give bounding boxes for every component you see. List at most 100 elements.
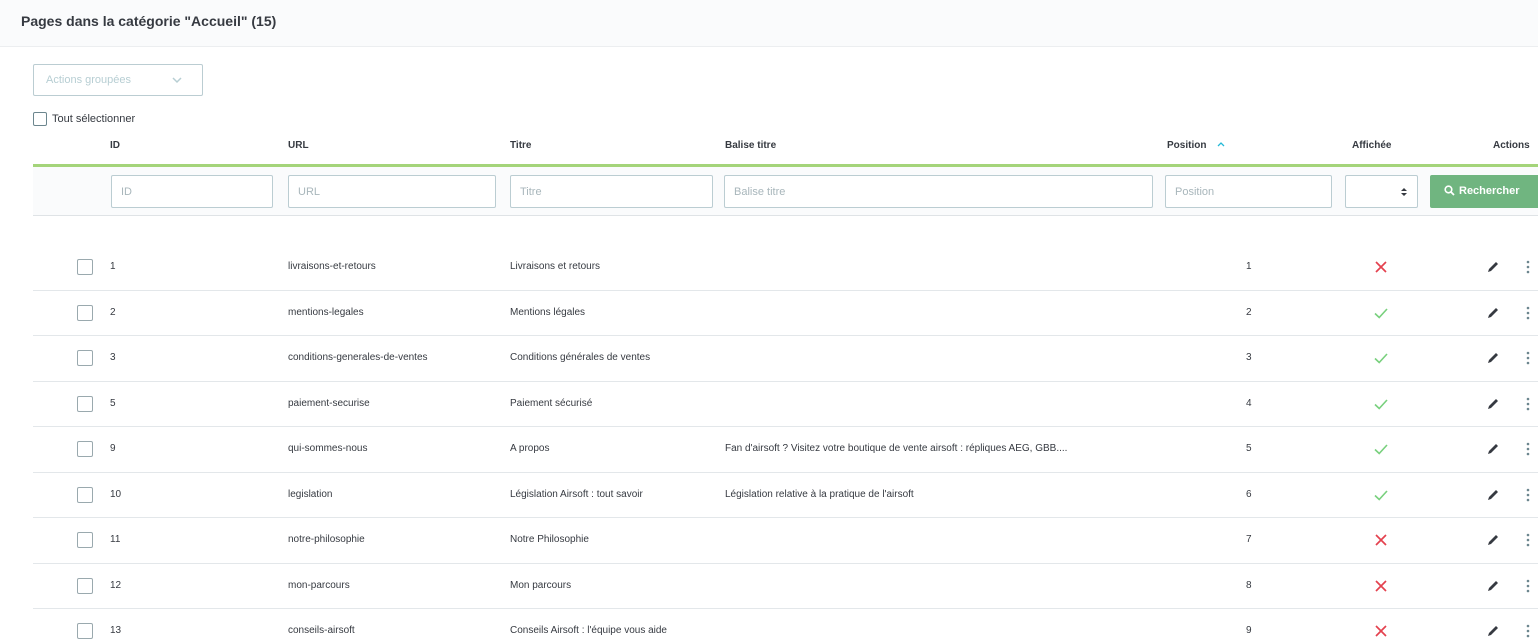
cell-id: 12 [110,579,122,591]
row-checkbox[interactable] [77,395,93,412]
column-header-title[interactable]: Titre [510,140,532,151]
more-actions-icon[interactable] [1525,579,1531,593]
cell-id: 9 [110,443,116,454]
row-divider [33,472,1538,473]
cell-position[interactable]: 4 [1246,398,1252,409]
edit-icon[interactable] [1486,624,1500,638]
bulk-actions-dropdown[interactable]: Actions groupées [33,64,203,96]
cell-title: Mon parcours [510,579,572,591]
cell-title: Législation Airsoft : tout savoir [510,488,643,500]
cell-position[interactable]: 1 [1246,261,1252,272]
select-all-label: Tout sélectionner [52,113,136,125]
cross-icon[interactable] [1373,259,1389,275]
row-divider [33,381,1538,382]
row-checkbox[interactable] [77,532,93,548]
column-header-id[interactable]: ID [110,140,120,151]
edit-icon[interactable] [1486,306,1500,320]
cell-url: legislation [288,488,333,500]
more-actions-icon[interactable] [1525,306,1531,320]
edit-icon[interactable] [1486,579,1500,593]
row-checkbox[interactable] [77,577,93,594]
page-title: Pages dans la catégorie "Accueil" (15) [21,13,277,29]
row-checkbox[interactable] [77,441,93,457]
more-actions-icon[interactable] [1525,488,1531,502]
row-divider [33,608,1538,609]
chevron-down-icon [172,77,182,84]
row-divider [33,290,1538,291]
check-icon[interactable] [1373,396,1389,412]
cell-title: Notre Philosophie [510,534,589,545]
row-divider [33,517,1538,518]
edit-icon[interactable] [1486,351,1500,365]
edit-icon[interactable] [1486,260,1500,274]
search-button-label: Rechercher [1459,185,1520,197]
more-actions-icon[interactable] [1525,624,1531,638]
check-icon[interactable] [1373,350,1389,366]
cell-id: 10 [110,488,122,500]
column-header-displayed[interactable]: Affichée [1352,140,1391,151]
check-icon[interactable] [1373,305,1389,321]
card-header: Pages dans la catégorie "Accueil" (15) [0,0,1538,47]
cell-title: Livraisons et retours [510,261,601,272]
filter-url-input[interactable] [288,175,496,208]
cell-url: mon-parcours [288,579,350,591]
cell-position[interactable]: 9 [1246,625,1252,636]
filter-meta-title-input[interactable] [724,175,1153,208]
check-icon[interactable] [1373,487,1389,503]
more-actions-icon[interactable] [1525,260,1531,274]
select-all[interactable]: Tout sélectionner [33,110,135,128]
filter-position-input[interactable] [1165,175,1332,208]
cell-position[interactable]: 5 [1246,443,1252,454]
cell-id: 3 [110,352,116,363]
edit-icon[interactable] [1486,533,1500,547]
row-checkbox[interactable] [77,350,93,366]
bulk-actions-label: Actions groupées [46,74,131,86]
filter-displayed-select[interactable] [1345,175,1418,208]
row-divider [33,426,1538,427]
column-header-actions: Actions [1493,140,1530,151]
cell-title: A propos [510,443,550,454]
select-arrows-icon [1401,188,1407,196]
cell-url: qui-sommes-nous [288,443,368,454]
more-actions-icon[interactable] [1525,442,1531,456]
sort-asc-icon[interactable] [1217,141,1225,147]
select-all-checkbox[interactable] [33,112,47,126]
cell-title: Conseils Airsoft : l'équipe vous aide [510,625,667,636]
column-header-position-label: Position [1167,140,1207,151]
column-header-position[interactable]: Position [1167,140,1225,151]
cell-url: notre-philosophie [288,534,365,545]
cell-title: Paiement sécurisé [510,397,593,409]
cross-icon[interactable] [1373,623,1389,639]
row-checkbox[interactable] [77,304,93,321]
cell-position[interactable]: 3 [1246,352,1252,363]
edit-icon[interactable] [1486,397,1500,411]
row-divider [33,563,1538,564]
check-icon[interactable] [1373,441,1389,457]
cell-id: 13 [110,625,122,636]
edit-icon[interactable] [1486,488,1500,502]
cell-url: conditions-generales-de-ventes [288,352,428,363]
cell-id: 11 [110,534,121,545]
row-checkbox[interactable] [77,623,93,639]
cross-icon[interactable] [1373,578,1389,594]
more-actions-icon[interactable] [1525,533,1531,547]
edit-icon[interactable] [1486,442,1500,456]
cell-position[interactable]: 7 [1246,534,1252,545]
search-button[interactable]: Rechercher [1430,175,1538,208]
cell-url: conseils-airsoft [288,625,355,636]
more-actions-icon[interactable] [1525,397,1531,411]
column-header-meta-title[interactable]: Balise titre [725,140,776,151]
cell-id: 2 [110,306,116,318]
cell-position[interactable]: 2 [1246,307,1252,318]
row-checkbox[interactable] [77,259,93,275]
more-actions-icon[interactable] [1525,351,1531,365]
cell-position[interactable]: 8 [1246,580,1252,591]
filter-id-input[interactable] [111,175,273,208]
cell-position[interactable]: 6 [1246,489,1252,500]
filter-title-input[interactable] [510,175,713,208]
row-checkbox[interactable] [77,486,93,503]
row-divider [33,335,1538,336]
cross-icon[interactable] [1373,532,1389,548]
cell-meta-title: Législation relative à la pratique de l'… [725,488,914,500]
column-header-url[interactable]: URL [288,140,309,151]
